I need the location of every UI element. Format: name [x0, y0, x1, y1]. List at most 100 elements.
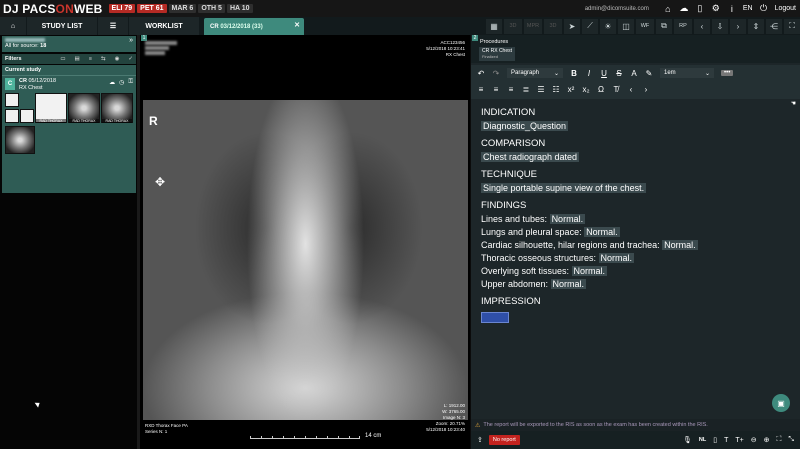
split-horizontal-icon[interactable]: ⇕	[748, 18, 764, 34]
home-icon[interactable]: ⌂	[663, 4, 673, 14]
chevron-left-icon[interactable]: ‹	[694, 18, 710, 34]
zoom-in-icon[interactable]: ⊕	[764, 436, 770, 444]
image-viewer[interactable]: 1 ACC123456 5/12/2018 10:23:41 RX Chest …	[140, 35, 470, 449]
tool-wf[interactable]: WF	[636, 18, 654, 34]
collapse-icon[interactable]: »	[129, 37, 133, 44]
microphone-icon[interactable]: 🎙	[683, 436, 692, 444]
tool-mpr[interactable]: MPR	[524, 18, 542, 34]
unordered-list-icon[interactable]: ☰	[537, 85, 545, 94]
badge-pet[interactable]: PET 61	[137, 4, 167, 13]
fullscreen-icon[interactable]: ⛶	[784, 18, 800, 34]
font-color-icon[interactable]: A	[630, 69, 638, 78]
thumbnail-series-1[interactable]: RAD THORAX	[35, 93, 67, 123]
tool-3d-surface[interactable]: 3D	[544, 18, 562, 34]
nl-toggle[interactable]: NL	[699, 437, 706, 443]
chest-xray-image[interactable]: R ✥	[143, 100, 468, 420]
strikethrough-button[interactable]: S	[615, 69, 623, 78]
clear-format-icon[interactable]: T̸	[612, 85, 620, 94]
zoom-out-icon[interactable]: ⊖	[751, 436, 757, 444]
info-icon[interactable]: i	[727, 4, 737, 14]
finding-line[interactable]: Lungs and pleural space: Normal.	[481, 227, 793, 237]
finding-line[interactable]: Lines and tubes: Normal.	[481, 214, 793, 224]
badge-oth[interactable]: OTH 5	[198, 4, 225, 13]
tool-3d[interactable]: 3D	[504, 18, 522, 34]
chevron-right-icon[interactable]: ›	[642, 85, 650, 94]
phone-icon[interactable]: ▯	[695, 3, 705, 14]
lock-icon[interactable]: ⚿	[128, 79, 133, 86]
font-size-select[interactable]: 1em ⌄	[660, 68, 714, 78]
text-size-icon[interactable]: T	[724, 437, 728, 444]
filter-clipboard-icon[interactable]: ▤	[75, 56, 80, 62]
cloud-icon[interactable]: ☁	[679, 3, 689, 14]
pointer-icon[interactable]: ➤	[564, 18, 580, 34]
impression-field[interactable]	[481, 310, 793, 325]
badge-mar[interactable]: MAR 6	[168, 4, 197, 13]
indication-line[interactable]: Diagnostic_Question	[481, 121, 793, 131]
technique-line[interactable]: Single portable supine view of the chest…	[481, 183, 793, 193]
impression-placeholder[interactable]	[481, 312, 509, 323]
phone-icon[interactable]: ▯	[713, 436, 717, 444]
finding-line[interactable]: Thoracic osseous structures: Normal.	[481, 253, 793, 263]
share-icon[interactable]: ⋲	[766, 18, 782, 34]
hand-icon[interactable]: ☚	[791, 100, 796, 107]
logout-button[interactable]: Logout	[775, 5, 796, 12]
split-icon[interactable]: ⧉	[656, 18, 672, 34]
collapse-icon[interactable]: ⤡	[788, 436, 794, 444]
underline-button[interactable]: U	[600, 69, 608, 78]
power-icon[interactable]: ⏻	[759, 3, 769, 14]
export-icon[interactable]: ⇪	[477, 436, 483, 444]
align-right-icon[interactable]: ≡	[507, 85, 515, 94]
measure-icon[interactable]: ⟋	[582, 18, 598, 34]
language-selector[interactable]: EN	[743, 5, 753, 12]
comparison-line[interactable]: Chest radiograph dated	[481, 152, 793, 162]
finding-line[interactable]: Upper abdomen: Normal.	[481, 279, 793, 289]
nav-study-list[interactable]: STUDY LIST	[27, 17, 97, 35]
nav-list-button[interactable]: ☰	[98, 17, 128, 35]
filter-eye-icon[interactable]: ◉	[115, 56, 120, 62]
ordered-list-icon[interactable]: ☷	[552, 85, 560, 94]
text-size-plus-icon[interactable]: T+	[735, 437, 743, 444]
nav-home-button[interactable]: ⌂	[0, 17, 26, 35]
filter-transfer-icon[interactable]: ⇆	[101, 56, 106, 62]
brightness-icon[interactable]: ☀	[600, 18, 616, 34]
thumbnail-series-4[interactable]	[5, 126, 35, 154]
chevron-right-icon[interactable]: ›	[730, 18, 746, 34]
highlight-icon[interactable]: ✎	[645, 69, 653, 78]
align-left-icon[interactable]: ≡	[477, 85, 485, 94]
filter-sort-icon[interactable]: ≡	[89, 56, 92, 62]
subscript-icon[interactable]: x₂	[582, 85, 590, 94]
superscript-icon[interactable]: x²	[567, 85, 575, 94]
bold-button[interactable]: B	[570, 69, 578, 78]
tool-rp[interactable]: RP	[674, 18, 692, 34]
report-editor[interactable]: INDICATION Diagnostic_Question COMPARISO…	[481, 107, 793, 407]
save-button[interactable]: ▣	[772, 394, 790, 412]
download-icon[interactable]: ⇩	[712, 18, 728, 34]
thumbnail-doc-a[interactable]	[5, 109, 19, 123]
filter-check-icon[interactable]: ✓	[128, 56, 133, 62]
clock-icon[interactable]: ◷	[119, 79, 124, 86]
layout-grid-icon[interactable]: ▦	[486, 18, 502, 34]
thumbnail-series-3[interactable]: RAD THORAX	[101, 93, 133, 123]
badge-ha[interactable]: HA 10	[226, 4, 253, 13]
layout-icon[interactable]: ◫	[618, 18, 634, 34]
thumbnail-series-2[interactable]: RAD THORAX	[68, 93, 100, 123]
redo-icon[interactable]: ↷	[492, 69, 500, 78]
procedure-chip[interactable]: CR RX Chest Finalized	[479, 47, 516, 61]
omega-icon[interactable]: Ω	[597, 85, 605, 94]
align-center-icon[interactable]: ≡	[492, 85, 500, 94]
study-row[interactable]: C CR 05/12/2018 RX Chest ☁ ◷ ⚿	[2, 76, 136, 94]
filter-layout-icon[interactable]: ▭	[60, 56, 65, 62]
italic-button[interactable]: I	[585, 69, 593, 78]
align-justify-icon[interactable]: ≣	[522, 85, 530, 94]
badge-eli[interactable]: ELI 79	[108, 4, 136, 13]
finding-line[interactable]: Cardiac silhouette, hilar regions and tr…	[481, 240, 793, 250]
cloud-icon[interactable]: ☁	[109, 79, 115, 86]
thumbnail-report[interactable]	[5, 93, 19, 107]
fullscreen-icon[interactable]: ⛶	[776, 436, 781, 444]
undo-icon[interactable]: ↶	[477, 69, 485, 78]
more-options-button[interactable]: •••	[721, 70, 734, 76]
close-icon[interactable]: ✕	[294, 21, 300, 29]
study-tab[interactable]: CR 03/12/2018 (33) ✕	[204, 18, 304, 35]
no-report-button[interactable]: No report	[488, 435, 520, 445]
chevron-left-icon[interactable]: ‹	[627, 85, 635, 94]
